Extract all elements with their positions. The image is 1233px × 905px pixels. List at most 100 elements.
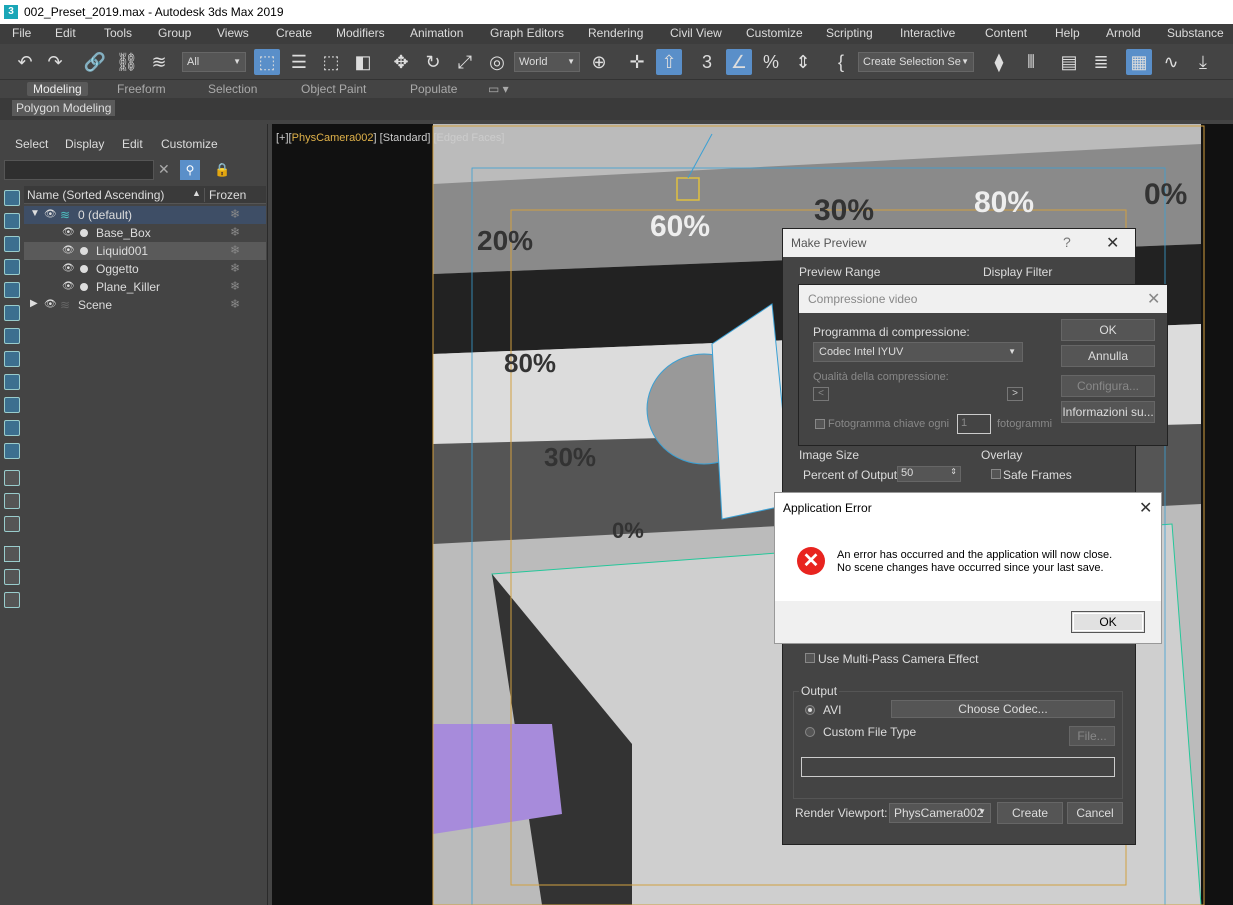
display-particles-icon[interactable] [4,420,20,436]
tab-freeform[interactable]: Freeform [117,82,166,96]
menu-group[interactable]: Group [158,26,191,40]
tab-selection[interactable]: Selection [208,82,257,96]
freeze-icon[interactable]: ❄ [230,207,240,221]
filter-toggle-icon[interactable] [4,546,20,562]
object-row-plane-killer[interactable]: 👁 Plane_Killer ❄ [24,278,266,296]
multipass-checkbox[interactable] [805,653,815,663]
unlink-icon[interactable]: ⛓ [114,49,140,75]
menu-views[interactable]: Views [217,26,249,40]
display-invert-icon[interactable] [4,516,20,532]
safe-frames-checkbox[interactable] [991,469,1001,479]
selection-set-dropdown[interactable]: Create Selection Se ▼ [858,52,974,72]
move-icon[interactable]: ✥ [388,49,414,75]
se-search-input[interactable] [4,160,154,180]
close-icon[interactable]: ✕ [1147,289,1160,309]
tab-object-paint[interactable]: Object Paint [301,82,366,96]
select-manipulate-icon[interactable]: ✛ [624,49,650,75]
render-viewport-dropdown[interactable]: PhysCamera002 ▼ [889,803,991,823]
select-object-icon[interactable]: ⬚ [254,49,280,75]
freeze-icon[interactable]: ❄ [230,225,240,239]
pivot-center-icon[interactable]: ⊕ [586,49,612,75]
se-menu-display[interactable]: Display [65,137,104,151]
align-icon[interactable]: ⫴ [1018,49,1044,75]
ok-button[interactable]: OK [1071,611,1145,633]
link-icon[interactable]: 🔗 [82,49,108,75]
curve-editor-icon[interactable]: ∿ [1158,49,1184,75]
lock-icon[interactable]: 🔒 [214,162,230,178]
avi-radio[interactable] [805,705,815,715]
visibility-eye-icon[interactable]: 👁 [62,281,75,292]
close-icon[interactable]: ✕ [1139,498,1152,518]
visibility-eye-icon[interactable]: 👁 [44,299,57,310]
clear-search-icon[interactable]: ✕ [158,161,170,178]
display-none-icon[interactable] [4,493,20,509]
menu-customize[interactable]: Customize [746,26,803,40]
visibility-eye-icon[interactable]: 👁 [62,263,75,274]
display-hidden-icon[interactable] [4,443,20,459]
close-icon[interactable]: ✕ [1106,233,1119,253]
layers-icon[interactable]: ≣ [1088,49,1114,75]
filter-icon[interactable] [4,569,20,585]
object-row-liquid001[interactable]: 👁 Liquid001 ❄ [24,242,266,260]
quality-left-icon[interactable]: < [813,387,829,401]
menu-file[interactable]: File [12,26,31,40]
layer-row-default[interactable]: ▼ 👁 ≋ 0 (default) ❄ [24,206,266,224]
angle-snap-icon[interactable]: ∠ [726,49,752,75]
bind-spacewarp-icon[interactable]: ≋ [146,49,172,75]
redo-icon[interactable]: ↷ [42,49,68,75]
selection-filter-dropdown[interactable]: All ▼ [182,52,246,72]
fotogramma-checkbox[interactable] [815,419,825,429]
object-row-oggetto[interactable]: 👁 Oggetto ❄ [24,260,266,278]
mirror-icon[interactable]: ⧫ [986,49,1012,75]
visibility-eye-icon[interactable]: 👁 [62,245,75,256]
ribbon-toggle-icon[interactable]: ▦ [1126,49,1152,75]
menu-interactive[interactable]: Interactive [900,26,955,40]
display-xrefs-icon[interactable] [4,351,20,367]
polygon-modeling-panel[interactable]: Polygon Modeling [12,100,116,116]
menu-tools[interactable]: Tools [104,26,132,40]
menu-substance[interactable]: Substance [1167,26,1224,40]
menu-civil-view[interactable]: Civil View [670,26,722,40]
layer-row-scene[interactable]: ▶ 👁 ≋ Scene ❄ [24,296,266,314]
menu-graph-editors[interactable]: Graph Editors [490,26,564,40]
tab-populate[interactable]: Populate [410,82,457,96]
freeze-icon[interactable]: ❄ [230,279,240,293]
codec-dropdown[interactable]: Codec Intel IYUV ▼ [813,342,1023,362]
viewport-plus-menu[interactable]: [+] [276,132,289,144]
expand-down-icon[interactable]: ▼ [30,208,40,219]
edit-named-sets-icon[interactable]: { [828,49,854,75]
display-shapes-icon[interactable] [4,213,20,229]
se-menu-customize[interactable]: Customize [161,137,218,151]
display-cameras-icon[interactable] [4,259,20,275]
display-helpers-icon[interactable] [4,282,20,298]
display-bones-icon[interactable] [4,374,20,390]
rect-selection-icon[interactable]: ⬚ [318,49,344,75]
output-path-field[interactable] [801,757,1115,777]
place-icon[interactable]: ◎ [484,49,510,75]
menu-scripting[interactable]: Scripting [826,26,873,40]
display-containers-icon[interactable] [4,397,20,413]
percent-output-spinner[interactable]: 50 ⇕ [897,466,961,482]
layer-explorer-icon[interactable]: ▤ [1056,49,1082,75]
cancel-button[interactable]: Cancel [1067,802,1123,824]
col-frozen[interactable]: Frozen [204,188,246,202]
create-button[interactable]: Create [997,802,1063,824]
viewport-label[interactable]: [+][PhysCamera002] [Standard] [Edged Fac… [276,132,504,144]
custom-file-type-radio[interactable] [805,727,815,737]
scale-icon[interactable]: ⤢ [452,49,478,75]
menu-content[interactable]: Content [985,26,1027,40]
menu-animation[interactable]: Animation [410,26,463,40]
col-name[interactable]: Name (Sorted Ascending) [27,188,164,202]
ribbon-options-icon[interactable]: ▭ ▾ [488,82,509,96]
freeze-icon[interactable]: ❄ [230,297,240,311]
sort-ascending-icon[interactable]: ▲ [192,188,201,198]
file-button[interactable]: File... [1069,726,1115,746]
keyboard-override-icon[interactable]: ⇧ [656,49,682,75]
choose-codec-button[interactable]: Choose Codec... [891,700,1115,718]
select-by-name-icon[interactable]: ☰ [286,49,312,75]
menu-help[interactable]: Help [1055,26,1080,40]
se-menu-edit[interactable]: Edit [122,137,143,151]
folder-icon[interactable] [4,592,20,608]
undo-icon[interactable]: ↶ [12,49,38,75]
reference-coord-dropdown[interactable]: World ▼ [514,52,580,72]
